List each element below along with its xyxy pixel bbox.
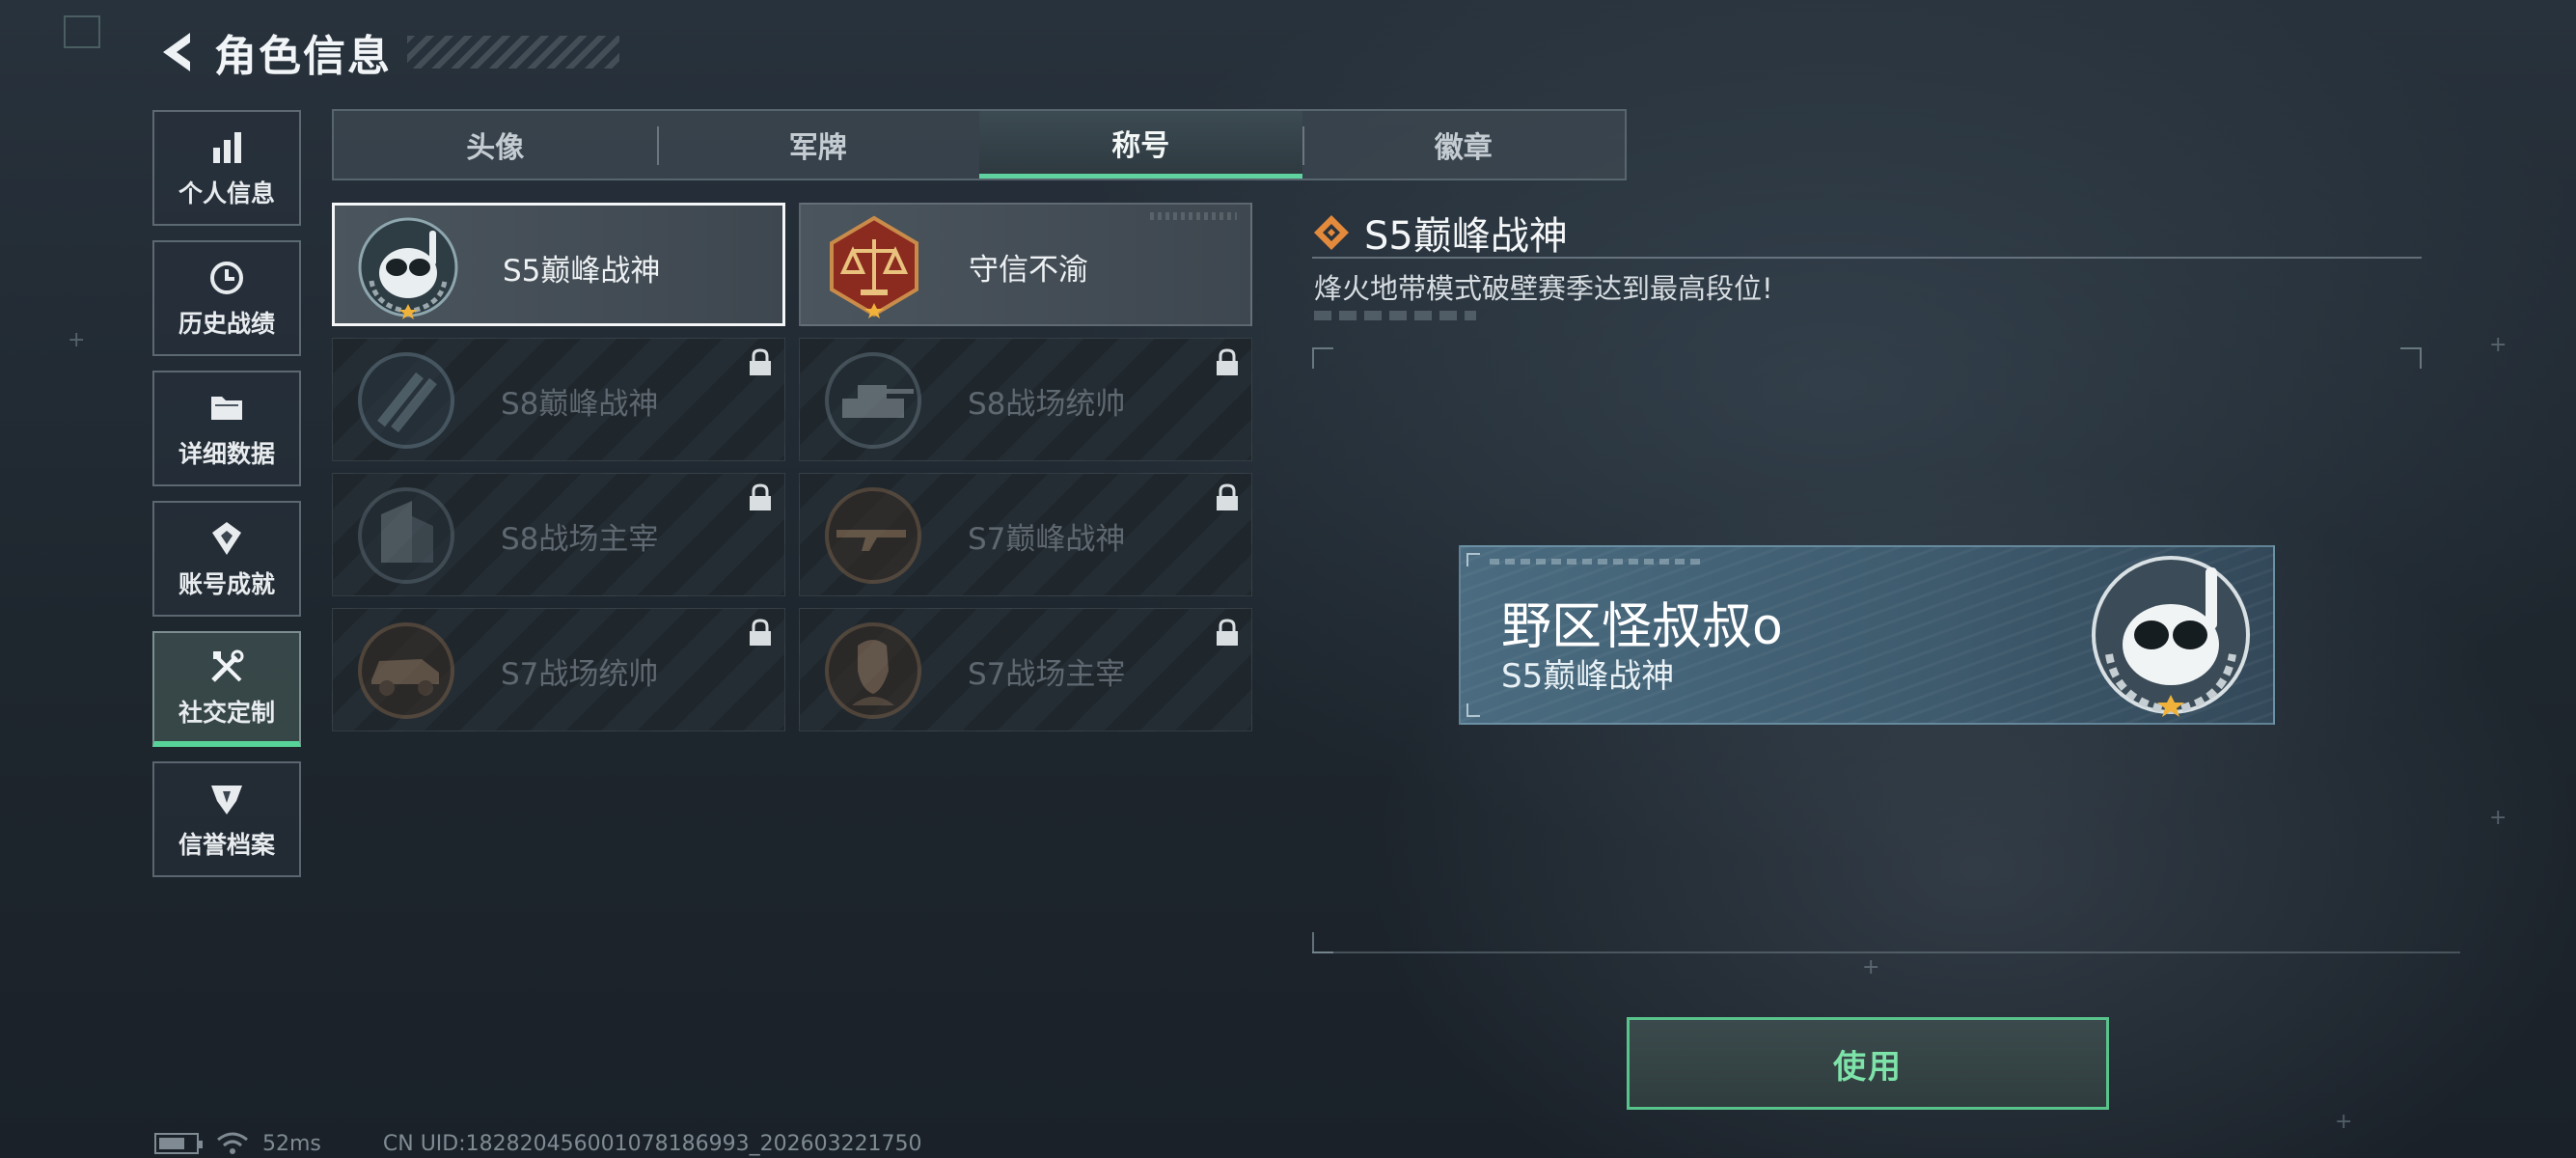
divider [1312, 257, 2422, 259]
card-stripe-decoration [1150, 212, 1237, 220]
nav-item-detail-data[interactable]: 详细数据 [152, 371, 301, 486]
back-button[interactable] [154, 25, 197, 79]
title-card[interactable]: S7战场统帅 [332, 608, 785, 731]
title-name: S7战场统帅 [501, 656, 659, 692]
bar-chart-icon [206, 126, 248, 169]
history-clock-icon [206, 257, 248, 299]
status-bar: 52ms CN UID:182820456001078186993_202603… [154, 1129, 922, 1158]
lock-icon [750, 483, 771, 510]
tab-bar: 头像 军牌 称号 徽章 [332, 109, 1627, 180]
title-stripes-decoration [407, 36, 619, 69]
lock-icon [750, 619, 771, 646]
frame-corner [2400, 347, 2422, 369]
corner-decoration [64, 15, 100, 48]
title-name: S7巅峰战神 [968, 521, 1126, 557]
diver-mask-badge-icon [2092, 556, 2250, 717]
nav-item-label: 历史战绩 [178, 310, 275, 338]
tools-icon [206, 646, 248, 688]
nav-item-personal-info[interactable]: 个人信息 [152, 110, 301, 226]
tab-avatar[interactable]: 头像 [334, 111, 657, 179]
battery-icon [154, 1133, 203, 1154]
vehicle-badge-icon [358, 622, 454, 719]
title-name: S5巅峰战神 [503, 253, 661, 289]
detail-header: S5巅峰战神 [1312, 205, 1568, 261]
lock-icon [1217, 619, 1238, 646]
nameplate-corner [1466, 703, 1480, 717]
tab-title[interactable]: 称号 [979, 111, 1302, 179]
crosshair-decoration: + [2489, 806, 2507, 830]
tank-badge-icon [825, 352, 921, 449]
diver-mask-badge-icon [358, 217, 458, 319]
lock-icon [750, 348, 771, 375]
title-name: S7战场主宰 [968, 656, 1126, 692]
tab-dogtag[interactable]: 军牌 [656, 111, 980, 179]
nameplate-corner [1466, 553, 1480, 566]
nav-item-reputation[interactable]: 信誉档案 [152, 761, 301, 877]
side-nav: 个人信息 历史战绩 详细数据 账号成就 社交定制 信誉档案 [152, 110, 301, 892]
nav-item-social-custom[interactable]: 社交定制 [152, 631, 301, 747]
ping-value: 52ms [262, 1131, 321, 1156]
use-button-label: 使用 [1833, 1047, 1903, 1087]
nameplate-title: S5巅峰战神 [1501, 657, 1675, 696]
title-name: S8巅峰战神 [501, 386, 659, 422]
uid-text: CN UID:182820456001078186993_20260322175… [382, 1131, 922, 1156]
description-decoration [1314, 311, 1476, 320]
detail-title: S5巅峰战神 [1364, 214, 1568, 259]
lock-icon [1217, 348, 1238, 375]
title-name: S8战场主宰 [501, 521, 659, 557]
detail-description: 烽火地带模式破壁赛季达到最高段位! [1314, 272, 1773, 305]
scales-badge-icon [830, 215, 918, 318]
nameplate-decoration [1490, 559, 1702, 565]
page-title: 角色信息 [214, 32, 392, 81]
nav-item-label: 详细数据 [178, 440, 275, 468]
page-header: 角色信息 [154, 25, 619, 81]
title-card[interactable]: S7战场主宰 [799, 608, 1252, 731]
crosshair-decoration: + [2489, 333, 2507, 357]
title-card[interactable]: S5巅峰战神 [332, 203, 785, 326]
title-name: 守信不渝 [969, 252, 1088, 288]
player-name: 野区怪叔叔o [1501, 598, 1783, 656]
title-card[interactable]: S8战场主宰 [332, 473, 785, 596]
title-card[interactable]: S7巅峰战神 [799, 473, 1252, 596]
title-name: S8战场统帅 [968, 386, 1126, 422]
achievement-icon [206, 517, 248, 560]
wifi-icon [217, 1132, 248, 1154]
nav-item-label: 账号成就 [178, 570, 275, 598]
frame-corner [1312, 932, 1333, 953]
folder-icon [206, 387, 248, 429]
use-button[interactable]: 使用 [1627, 1017, 2109, 1110]
nav-item-label: 个人信息 [178, 179, 275, 207]
nav-item-achievements[interactable]: 账号成就 [152, 501, 301, 617]
crosshair-decoration: + [68, 328, 86, 352]
frame-bottom-line [1312, 951, 2460, 953]
back-arrow-icon [163, 33, 190, 71]
slash-badge-icon [358, 352, 454, 449]
crosshair-decoration: + [2335, 1110, 2353, 1134]
rifle-badge-icon [825, 487, 921, 584]
title-card[interactable]: S8巅峰战神 [332, 338, 785, 461]
soldier-badge-icon [825, 622, 921, 719]
nav-item-label: 信誉档案 [178, 831, 275, 859]
building-badge-icon [358, 487, 454, 584]
crosshair-decoration: + [1862, 955, 1880, 979]
frame-corner [1312, 347, 1333, 369]
reputation-icon [206, 778, 248, 820]
tab-badge[interactable]: 徽章 [1302, 111, 1626, 179]
title-card[interactable]: S8战场统帅 [799, 338, 1252, 461]
diamond-icon [1314, 215, 1349, 250]
lock-icon [1217, 483, 1238, 510]
nav-item-history[interactable]: 历史战绩 [152, 240, 301, 356]
nav-item-label: 社交定制 [178, 699, 275, 727]
title-card[interactable]: 守信不渝 [799, 203, 1252, 326]
